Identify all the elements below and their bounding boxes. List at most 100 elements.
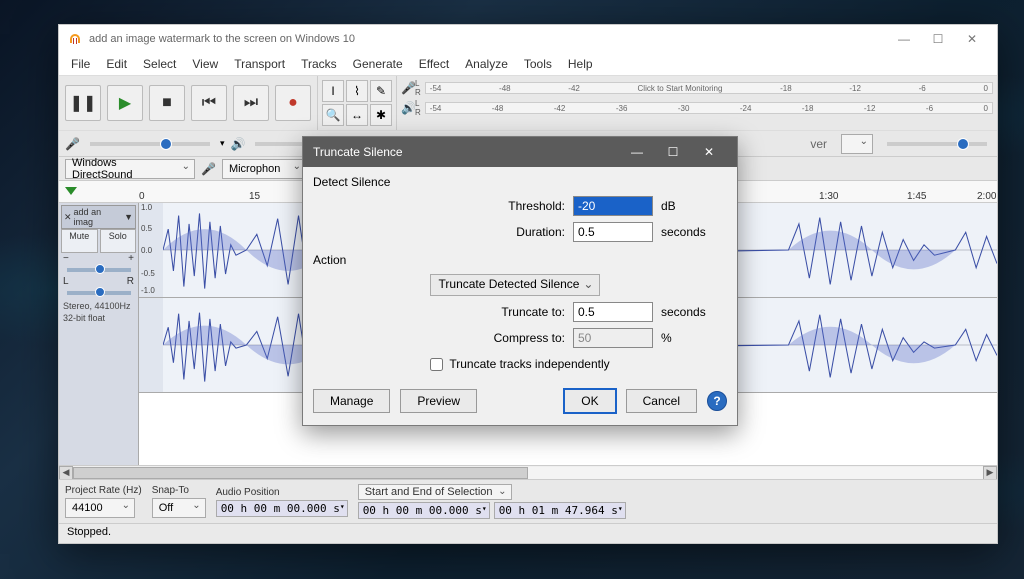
dialog-title: Truncate Silence [313, 145, 619, 159]
close-track-icon[interactable]: ✕ [64, 212, 72, 223]
help-icon[interactable]: ? [707, 391, 727, 411]
playback-device-label-truncated: ver [810, 137, 827, 151]
audio-position-label: Audio Position [216, 487, 348, 498]
gain-slider[interactable] [67, 268, 131, 272]
tool-palette: I ⌇ ✎ 🔍 ↔ ✱ [317, 76, 396, 130]
ok-button[interactable]: OK [564, 389, 615, 413]
host-dropdown[interactable]: Windows DirectSound [65, 159, 195, 179]
audio-position-field[interactable]: 00 h 00 m 00.000 s [216, 500, 348, 517]
selection-mode-dropdown[interactable]: Start and End of Selection [358, 484, 512, 500]
track-menu-icon[interactable]: ▼ [124, 212, 133, 222]
snap-to-label: Snap-To [152, 485, 206, 496]
menu-generate[interactable]: Generate [345, 55, 411, 73]
selection-tool[interactable]: I [322, 80, 344, 102]
multi-tool[interactable]: ✱ [370, 104, 392, 126]
action-group: Action Truncate Detected Silence Truncat… [313, 249, 727, 377]
preview-button[interactable]: Preview [400, 389, 477, 413]
zoom-tool[interactable]: 🔍 [322, 104, 344, 126]
menu-file[interactable]: File [63, 55, 98, 73]
click-to-monitor: Click to Start Monitoring [638, 84, 723, 93]
dialog-titlebar: Truncate Silence — ☐ ✕ [303, 137, 737, 167]
meters: 🎤LR -54 -48 -42 Click to Start Monitorin… [396, 76, 997, 130]
track-control-panel: ✕ add an imag ▼ Mute Solo −+ LR Stereo, … [59, 203, 139, 465]
menubar: File Edit Select View Transport Tracks G… [59, 53, 997, 75]
transport-controls: ❚❚ ▶ ■ ⏮ ⏭ ● [59, 76, 317, 130]
truncate-to-input[interactable] [573, 302, 653, 322]
status-bar: Stopped. [59, 523, 997, 543]
app-icon [67, 31, 83, 47]
secondary-slider[interactable] [887, 142, 987, 146]
duration-unit: seconds [661, 225, 717, 239]
window-minimize-button[interactable]: — [887, 27, 921, 51]
timeshift-tool[interactable]: ↔ [346, 104, 368, 126]
stop-button[interactable]: ■ [149, 85, 185, 121]
menu-effect[interactable]: Effect [411, 55, 457, 73]
recording-meter[interactable]: 🎤LR -54 -48 -42 Click to Start Monitorin… [401, 78, 993, 98]
horizontal-scrollbar[interactable]: ◀ ▶ [59, 465, 997, 479]
snap-to-dropdown[interactable]: Off [152, 498, 206, 518]
skip-end-button[interactable]: ⏭ [233, 85, 269, 121]
draw-tool[interactable]: ✎ [370, 80, 392, 102]
playback-device-dropdown[interactable] [841, 134, 873, 154]
menu-view[interactable]: View [184, 55, 226, 73]
mic-icon: 🎤 [201, 162, 216, 176]
skip-start-button[interactable]: ⏮ [191, 85, 227, 121]
scroll-right-icon[interactable]: ▶ [983, 466, 997, 480]
window-buttons: — ☐ ✕ [887, 27, 989, 51]
track-format-line1: Stereo, 44100Hz [61, 299, 136, 313]
project-rate-label: Project Rate (Hz) [65, 485, 142, 496]
menu-tracks[interactable]: Tracks [293, 55, 345, 73]
duration-input[interactable] [573, 222, 653, 242]
truncate-independently-label: Truncate tracks independently [449, 357, 609, 371]
scroll-left-icon[interactable]: ◀ [59, 466, 73, 480]
action-legend: Action [313, 249, 346, 271]
dialog-minimize-button[interactable]: — [619, 140, 655, 164]
detect-silence-legend: Detect Silence [313, 171, 390, 193]
toolbar: ❚❚ ▶ ■ ⏮ ⏭ ● I ⌇ ✎ 🔍 ↔ ✱ 🎤LR -54 -48 -42 [59, 75, 997, 131]
menu-select[interactable]: Select [135, 55, 184, 73]
playhead-icon [65, 187, 77, 195]
envelope-tool[interactable]: ⌇ [346, 80, 368, 102]
mute-button[interactable]: Mute [61, 229, 98, 253]
truncate-to-unit: seconds [661, 305, 717, 319]
speaker-icon: 🔊 [401, 101, 415, 115]
play-button[interactable]: ▶ [107, 85, 143, 121]
speaker-icon: 🔊 [230, 137, 245, 151]
dialog-button-row: Manage Preview OK Cancel ? [303, 381, 737, 425]
threshold-unit: dB [661, 199, 717, 213]
detect-silence-group: Detect Silence Threshold: dB Duration: s… [313, 171, 727, 245]
selection-end-field[interactable]: 00 h 01 m 47.964 s [494, 502, 626, 519]
window-titlebar: add an image watermark to the screen on … [59, 25, 997, 53]
recording-device-dropdown[interactable]: Microphon [222, 159, 306, 179]
compress-to-input [573, 328, 653, 348]
track-format-line2: 32-bit float [61, 313, 136, 323]
window-maximize-button[interactable]: ☐ [921, 27, 955, 51]
pause-button[interactable]: ❚❚ [65, 85, 101, 121]
menu-transport[interactable]: Transport [226, 55, 293, 73]
menu-help[interactable]: Help [560, 55, 601, 73]
project-rate-dropdown[interactable]: 44100 [65, 498, 135, 518]
record-button[interactable]: ● [275, 85, 311, 121]
recording-volume-slider[interactable] [90, 142, 210, 146]
pan-slider[interactable] [67, 291, 131, 295]
menu-analyze[interactable]: Analyze [457, 55, 516, 73]
manage-button[interactable]: Manage [313, 389, 390, 413]
dialog-close-button[interactable]: ✕ [691, 140, 727, 164]
window-close-button[interactable]: ✕ [955, 27, 989, 51]
compress-to-label: Compress to: [445, 331, 565, 345]
solo-button[interactable]: Solo [100, 229, 137, 253]
selection-start-field[interactable]: 00 h 00 m 00.000 s [358, 502, 490, 519]
track-header[interactable]: ✕ add an imag ▼ [61, 205, 136, 229]
truncate-to-label: Truncate to: [445, 305, 565, 319]
threshold-input[interactable] [573, 196, 653, 216]
dialog-maximize-button[interactable]: ☐ [655, 140, 691, 164]
action-mode-dropdown[interactable]: Truncate Detected Silence [430, 274, 601, 296]
menu-tools[interactable]: Tools [516, 55, 560, 73]
truncate-independently-checkbox[interactable] [430, 358, 443, 371]
playback-meter[interactable]: 🔊LR -54 -48 -42 -36 -30 -24 -18 -12 -6 0 [401, 98, 993, 118]
menu-edit[interactable]: Edit [98, 55, 135, 73]
threshold-label: Threshold: [445, 199, 565, 213]
truncate-silence-dialog: Truncate Silence — ☐ ✕ Detect Silence Th… [302, 136, 738, 426]
mic-icon: 🎤 [65, 137, 80, 151]
cancel-button[interactable]: Cancel [626, 389, 697, 413]
